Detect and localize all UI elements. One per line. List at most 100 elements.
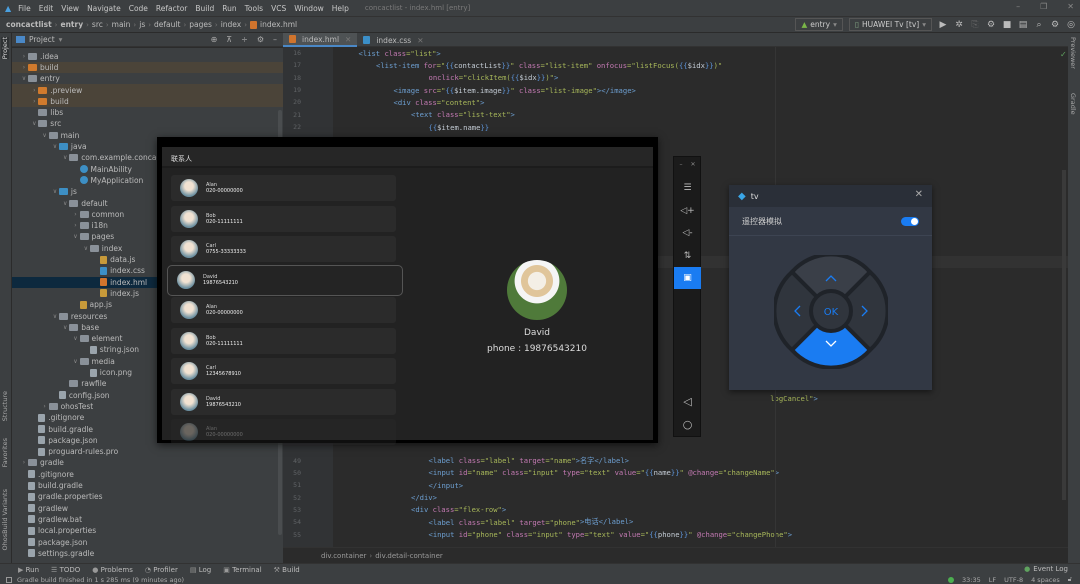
contact-list-item[interactable]: David 19876543210 — [171, 388, 396, 415]
lock-icon[interactable]: 🔓︎ — [1068, 575, 1072, 584]
build-variants-tool-tab[interactable]: OhosBuild Variants — [1, 489, 9, 550]
menu-help[interactable]: Help — [328, 4, 353, 13]
home-icon[interactable]: ○ — [674, 413, 701, 435]
chevron-right-icon[interactable]: › — [20, 64, 28, 71]
tree-item[interactable]: ∨ entry — [12, 73, 283, 84]
chevron-right-icon[interactable]: › — [72, 211, 80, 218]
chevron-down-icon[interactable]: ∨ — [41, 132, 49, 139]
volume-down-icon[interactable]: ◁- — [674, 222, 701, 244]
project-view-select[interactable]: Project — [29, 35, 55, 44]
tree-item[interactable]: libs — [12, 107, 283, 118]
menu-edit[interactable]: Edit — [35, 4, 58, 13]
gradle-tool-tab[interactable]: Gradle — [1069, 93, 1077, 115]
remote-toggle[interactable] — [901, 217, 919, 226]
contact-list-item[interactable]: David 19876543210 — [167, 264, 403, 296]
rotate-icon[interactable]: ⇅ — [674, 245, 701, 267]
chevron-down-icon[interactable]: ∨ — [51, 143, 59, 150]
close-tab-icon[interactable]: ✕ — [417, 36, 423, 45]
minimize-icon[interactable]: – — [679, 161, 682, 168]
expand-all-icon[interactable]: ÷ — [241, 35, 248, 44]
inspection-ok-icon[interactable]: ✓ — [1060, 50, 1067, 59]
tab-index-hml[interactable]: index.hml ✕ — [283, 33, 358, 47]
contact-list-item[interactable]: Bob 020-11111111 — [171, 327, 396, 354]
chevron-right-icon[interactable]: › — [41, 403, 49, 410]
tree-item[interactable]: › .idea — [12, 51, 283, 62]
attach-debugger-icon[interactable]: ⎘ — [970, 20, 980, 30]
tree-item[interactable]: settings.gradle — [12, 548, 283, 559]
breadcrumb-item[interactable]: pages — [189, 20, 212, 29]
contact-list-item[interactable]: Alan 020-00000000 — [171, 419, 396, 445]
chevron-down-icon[interactable]: ∨ — [72, 335, 80, 342]
gear-icon[interactable]: ⚙ — [257, 35, 264, 44]
tree-item[interactable]: gradlew — [12, 503, 283, 514]
chevron-right-icon[interactable]: › — [30, 87, 38, 94]
emulator-screen[interactable]: 联系人 Alan 020-00000000 Bob 020-11111111 Carl 0… — [162, 147, 653, 445]
contact-list-item[interactable]: Carl 0755-33333333 — [171, 236, 396, 262]
contact-list-item[interactable]: Alan 020-00000000 — [171, 175, 396, 201]
tree-item[interactable]: › build — [12, 61, 283, 74]
breadcrumb-item[interactable]: js — [139, 20, 145, 29]
remote-control-icon[interactable]: ▣ — [674, 267, 701, 289]
close-icon[interactable]: ✕ — [690, 161, 695, 168]
chevron-down-icon[interactable]: ∨ — [20, 75, 28, 82]
chevron-right-icon[interactable]: › — [20, 53, 28, 60]
menu-code[interactable]: Code — [125, 4, 152, 13]
chevron-down-icon[interactable]: ∨ — [51, 188, 59, 195]
tool-todo-button[interactable]: ☰ TODO — [51, 566, 80, 574]
menu-run[interactable]: Run — [218, 4, 240, 13]
tool-terminal-button[interactable]: ▣ Terminal — [223, 566, 261, 574]
chevron-right-icon[interactable]: › — [20, 459, 28, 466]
menu-tools[interactable]: Tools — [241, 4, 267, 13]
menu-window[interactable]: Window — [290, 4, 328, 13]
profile-icon[interactable]: ⚙ — [986, 20, 996, 30]
hide-icon[interactable]: – — [273, 35, 277, 44]
breadcrumb-container[interactable]: div.container — [321, 552, 366, 560]
breadcrumb-item[interactable]: index.hml — [260, 20, 297, 29]
menu-build[interactable]: Build — [191, 4, 218, 13]
collapse-all-icon[interactable]: ⊼ — [226, 35, 232, 44]
contact-list-item[interactable]: Carl 12345678910 — [171, 358, 396, 384]
back-icon[interactable]: ◁ — [674, 390, 701, 412]
status-toggle-icon[interactable] — [6, 576, 12, 583]
chevron-right-icon[interactable]: › — [72, 222, 80, 229]
tool-build-button[interactable]: ⚒ Build — [274, 566, 300, 574]
account-icon[interactable]: ◎ — [1066, 20, 1076, 30]
event-log-button[interactable]: ● Event Log — [1024, 565, 1068, 573]
menu-navigate[interactable]: Navigate — [83, 4, 125, 13]
tool-problems-button[interactable]: ● Problems — [92, 566, 133, 574]
chevron-down-icon[interactable]: ∨ — [72, 233, 80, 240]
chevron-down-icon[interactable]: ∨ — [30, 120, 38, 127]
chevron-down-icon[interactable]: ∨ — [61, 154, 69, 161]
tree-item[interactable]: › .preview — [12, 84, 283, 96]
tree-item[interactable]: › build — [12, 95, 283, 107]
chevron-right-icon[interactable]: › — [30, 98, 38, 105]
favorites-tool-tab[interactable]: Favorites — [1, 438, 9, 467]
run-config-select[interactable]: ▲ entry ▾ — [795, 18, 843, 31]
chevron-down-icon[interactable]: ∨ — [61, 200, 69, 207]
chevron-down-icon[interactable]: ∨ — [72, 358, 80, 365]
settings-icon[interactable]: ⚙ — [1050, 20, 1060, 30]
chevron-down-icon[interactable]: ∨ — [51, 313, 59, 320]
indent-setting[interactable]: 4 spaces — [1031, 576, 1060, 584]
tool-run-button[interactable]: ▶ Run — [18, 566, 39, 574]
menu-icon[interactable]: ☰ — [674, 177, 701, 199]
menu-refactor[interactable]: Refactor — [152, 4, 191, 13]
project-structure-icon[interactable]: ▤ — [1018, 20, 1028, 30]
tool-log-button[interactable]: ▤ Log — [190, 566, 211, 574]
contact-list-item[interactable]: Alan 020-00000000 — [171, 297, 396, 323]
breadcrumb-item[interactable]: index — [221, 20, 242, 29]
breadcrumb-item[interactable]: default — [154, 20, 180, 29]
caret-position[interactable]: 33:35 — [962, 576, 981, 584]
breadcrumb-detail-container[interactable]: div.detail-container — [375, 552, 443, 560]
tree-item[interactable]: .gitignore — [12, 469, 283, 480]
contact-list-item[interactable]: Bob 020-11111111 — [171, 205, 396, 232]
tree-item[interactable]: › gradle — [12, 457, 283, 468]
file-encoding[interactable]: UTF-8 — [1004, 576, 1023, 584]
search-icon[interactable]: ⌕ — [1034, 20, 1044, 30]
line-separator[interactable]: LF — [989, 576, 996, 584]
breadcrumb-item[interactable]: src — [92, 20, 103, 29]
tab-index-css[interactable]: index.css ✕ — [357, 33, 429, 47]
debug-icon[interactable]: ✲ — [954, 20, 964, 30]
menu-file[interactable]: File — [14, 4, 35, 13]
tree-item[interactable]: gradlew.bat — [12, 514, 283, 525]
